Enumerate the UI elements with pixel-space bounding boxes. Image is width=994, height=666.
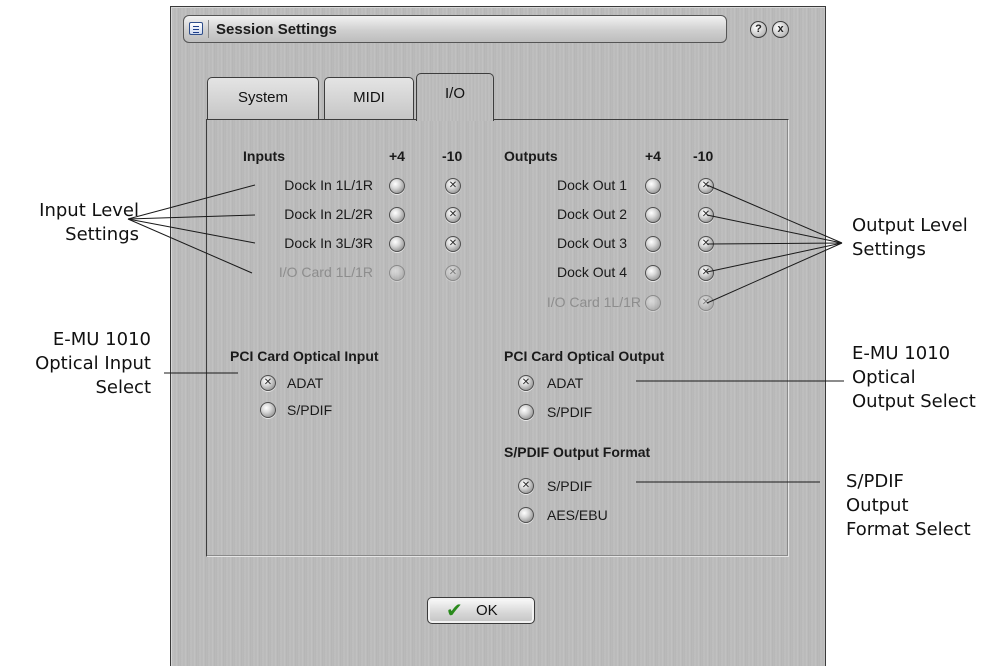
callout-spdif-format: S/PDIF Output Format Select [846,470,971,542]
optical-output-adat-label: ADAT [547,375,584,391]
spdif-format-spdif-label: S/PDIF [547,478,593,494]
input-3-minus10-radio[interactable] [445,236,461,252]
help-button[interactable]: ? [750,21,767,38]
tab-system[interactable]: System [207,77,319,119]
callout-text: Optical Input [35,353,151,374]
callout-optical-output: E-MU 1010 Optical Output Select [852,342,976,414]
output-row-label: I/O Card 1L/1R [546,294,641,310]
optical-output-spdif-radio[interactable] [518,404,534,420]
callout-output-level: Output Level Settings [852,214,968,262]
input-row-label: I/O Card 1L/1R [278,264,373,280]
output-1-minus10-radio[interactable] [698,178,714,194]
outputs-minus10-header: -10 [693,148,714,164]
checkmark-icon: ✔ [446,598,463,622]
callout-text: S/PDIF [846,471,904,492]
callout-text: Settings [852,239,926,260]
window-menu-icon[interactable] [189,22,203,35]
session-settings-dialog: Session Settings ? x System MIDI I/O Inp… [170,6,826,666]
callout-text: Optical [852,367,916,388]
callout-text: Output [846,495,909,516]
callout-text: Output Level [852,215,968,236]
callout-text: Settings [65,224,139,245]
output-4-plus4-radio[interactable] [645,265,661,281]
output-row-label: Dock Out 1 [556,177,627,193]
pci-optical-output-header: PCI Card Optical Output [504,348,665,364]
output-row-label: Dock Out 2 [556,206,627,222]
input-3-plus4-radio[interactable] [389,236,405,252]
optical-output-spdif-label: S/PDIF [547,404,593,420]
tab-io[interactable]: I/O [416,73,494,121]
callout-text: E-MU 1010 [852,343,951,364]
close-icon[interactable]: x [772,21,789,38]
inputs-header: Inputs [243,148,285,164]
spdif-format-spdif-radio[interactable] [518,478,534,494]
inputs-minus10-header: -10 [442,148,463,164]
input-1-minus10-radio[interactable] [445,178,461,194]
ok-button[interactable]: ✔ OK [427,597,535,624]
output-5-plus4-radio [645,295,661,311]
output-1-plus4-radio[interactable] [645,178,661,194]
output-4-minus10-radio[interactable] [698,265,714,281]
callout-text: Select [95,377,151,398]
outputs-header: Outputs [504,148,558,164]
callout-optical-input: E-MU 1010 Optical Input Select [0,328,151,400]
callout-input-level: Input Level Settings [0,199,139,247]
output-2-minus10-radio[interactable] [698,207,714,223]
tab-midi[interactable]: MIDI [324,77,414,119]
spdif-output-format-header: S/PDIF Output Format [504,444,651,460]
input-4-plus4-radio [389,265,405,281]
outputs-plus4-header: +4 [645,148,661,164]
title-bar[interactable]: Session Settings [183,15,727,43]
ok-label: OK [476,602,498,619]
callout-text: Output Select [852,391,976,412]
input-2-plus4-radio[interactable] [389,207,405,223]
optical-input-spdif-label: S/PDIF [287,402,333,418]
optical-input-adat-radio[interactable] [260,375,276,391]
input-2-minus10-radio[interactable] [445,207,461,223]
window-title: Session Settings [216,21,337,38]
callout-text: Format Select [846,519,971,540]
spdif-format-aesebu-label: AES/EBU [547,507,608,523]
input-row-label: Dock In 3L/3R [284,235,373,251]
callout-text: E-MU 1010 [52,329,151,350]
output-2-plus4-radio[interactable] [645,207,661,223]
optical-input-adat-label: ADAT [287,375,324,391]
spdif-format-aesebu-radio[interactable] [518,507,534,523]
input-4-minus10-radio [445,265,461,281]
optical-input-spdif-radio[interactable] [260,402,276,418]
output-row-label: Dock Out 4 [556,264,627,280]
output-3-minus10-radio[interactable] [698,236,714,252]
output-row-label: Dock Out 3 [556,235,627,251]
inputs-plus4-header: +4 [389,148,405,164]
input-row-label: Dock In 2L/2R [284,206,373,222]
input-row-label: Dock In 1L/1R [284,177,373,193]
output-3-plus4-radio[interactable] [645,236,661,252]
callout-text: Input Level [39,200,139,221]
input-1-plus4-radio[interactable] [389,178,405,194]
pci-optical-input-header: PCI Card Optical Input [230,348,379,364]
optical-output-adat-radio[interactable] [518,375,534,391]
output-5-minus10-radio [698,295,714,311]
title-separator [208,20,209,38]
